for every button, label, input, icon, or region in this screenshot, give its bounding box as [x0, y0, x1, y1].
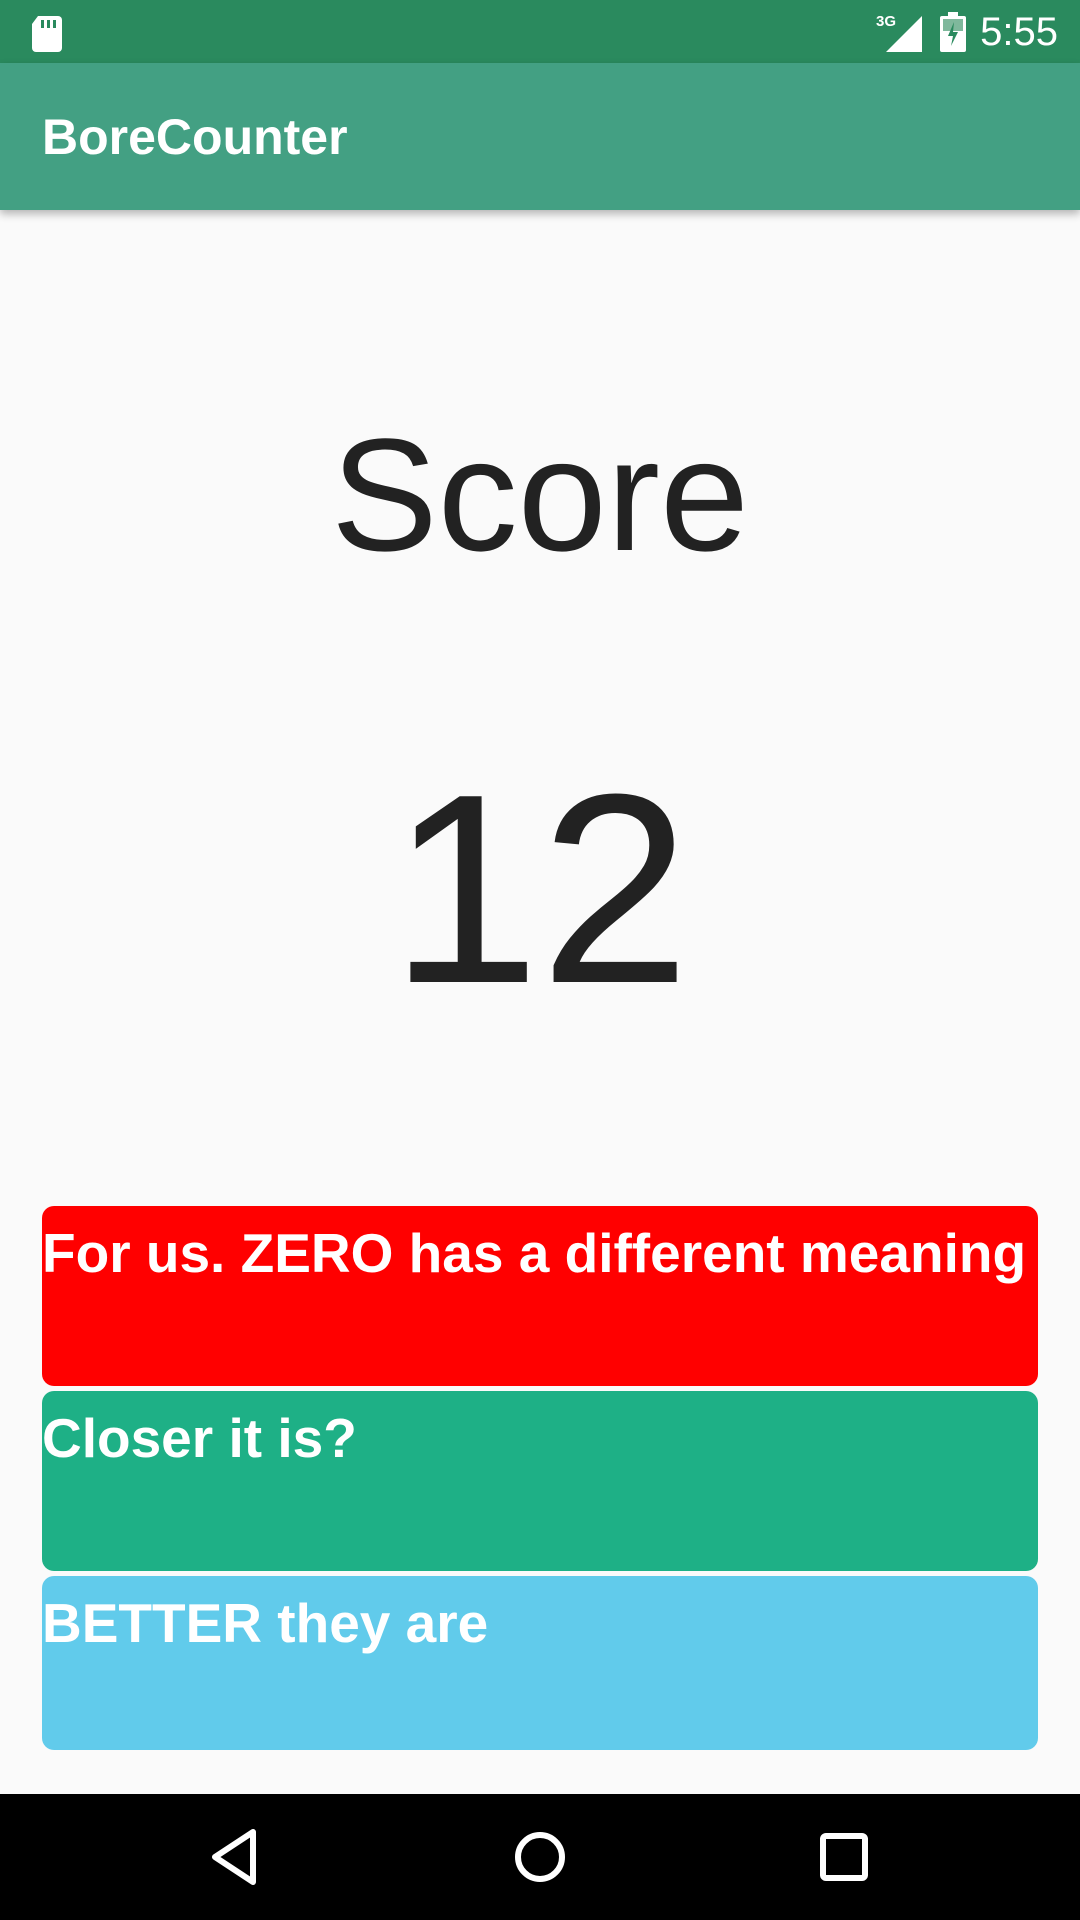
- score-label: Score: [331, 405, 749, 584]
- answer-button-zero-meaning[interactable]: For us. ZERO has a different meaning: [42, 1206, 1038, 1386]
- signal-icon: 3G: [876, 13, 922, 52]
- home-icon[interactable]: [507, 1824, 573, 1890]
- app-title: BoreCounter: [42, 109, 348, 165]
- status-bar: 3G 5:55: [0, 0, 1080, 63]
- back-icon[interactable]: [203, 1824, 269, 1890]
- answer-button-closer[interactable]: Closer it is?: [42, 1391, 1038, 1571]
- battery-icon: [940, 12, 966, 52]
- status-clock: 5:55: [980, 10, 1058, 54]
- sd-card-icon: [32, 16, 62, 52]
- navigation-bar: [0, 1794, 1080, 1920]
- answer-button-better[interactable]: BETTER they are: [42, 1576, 1038, 1750]
- app-bar: BoreCounter: [0, 63, 1080, 210]
- score-value: 12: [389, 739, 691, 1040]
- recents-icon[interactable]: [811, 1824, 877, 1890]
- svg-text:3G: 3G: [876, 13, 896, 30]
